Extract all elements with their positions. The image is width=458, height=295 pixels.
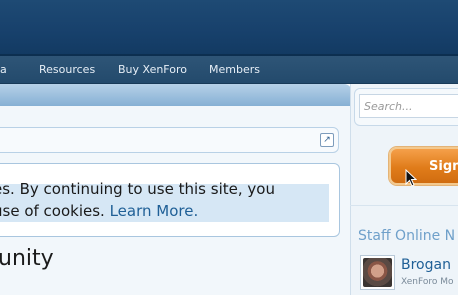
staff-online-heading: Staff Online N	[358, 228, 456, 244]
nav-item-buy-xenforo[interactable]: Buy XenForo	[118, 56, 187, 83]
avatar[interactable]	[360, 255, 395, 290]
mouse-cursor-icon	[405, 169, 417, 187]
external-link-icon[interactable]: ↗	[320, 133, 334, 147]
sidebar-divider	[350, 205, 458, 206]
cookie-notice-line-1: es. By continuing to use this site, you	[0, 180, 275, 198]
nav-item-media[interactable]: ia	[0, 56, 7, 83]
staff-member-name[interactable]: Brogan	[401, 257, 451, 273]
staff-member-role: XenForo Mo	[401, 277, 454, 287]
signup-button[interactable]: Sign	[389, 147, 458, 185]
cookie-notice: es. By continuing to use this site, you …	[0, 163, 340, 237]
cookie-notice-line-2: use of cookies. Learn More.	[0, 202, 198, 220]
site-header	[0, 0, 458, 56]
nav-item-members[interactable]: Members	[209, 56, 260, 83]
search-input[interactable]	[359, 94, 458, 118]
learn-more-link[interactable]: Learn More.	[110, 202, 199, 220]
content-ribbon	[0, 84, 352, 106]
main-navigation: ia Resources Buy XenForo Members	[0, 56, 458, 84]
cookie-notice-text: use of cookies.	[0, 202, 110, 220]
page-title: unity	[0, 246, 54, 271]
nav-item-resources[interactable]: Resources	[39, 56, 95, 83]
breadcrumb: ↗	[0, 127, 339, 153]
avatar-image	[363, 258, 392, 287]
